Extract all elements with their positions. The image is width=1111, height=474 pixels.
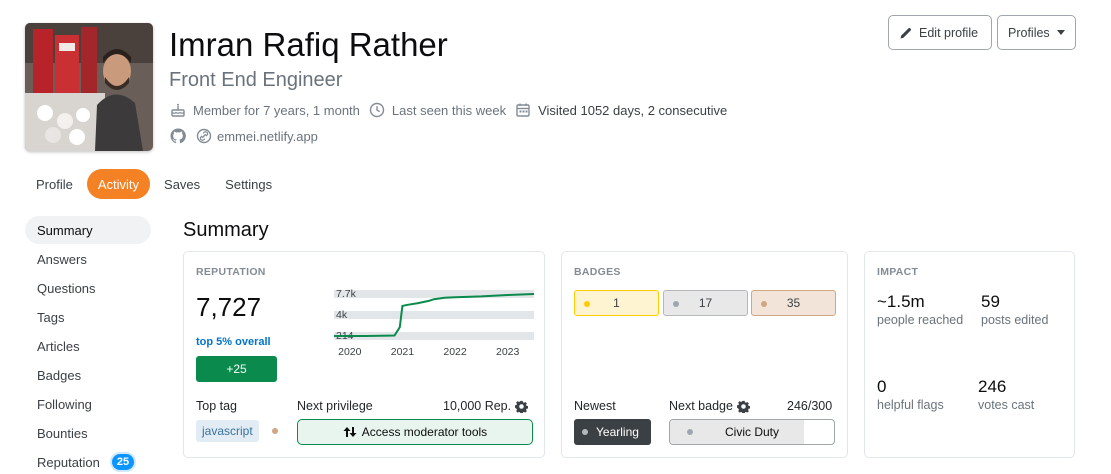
x-tick-label: 2020	[338, 346, 362, 358]
next-privilege-label: Next privilege	[297, 399, 373, 413]
user-links: emmei.netlify.app	[169, 125, 318, 147]
y-tick-label: 4k	[336, 309, 348, 321]
badges-label: BADGES	[574, 266, 621, 278]
tab-activity[interactable]: Activity	[86, 169, 151, 199]
newest-badge-name: Yearling	[596, 425, 639, 439]
gear-icon[interactable]	[736, 400, 750, 414]
x-tick-label: 2022	[443, 346, 467, 358]
sidebar-item-label: Reputation	[37, 454, 100, 470]
profile-tabs: Profile Activity Saves Settings	[25, 169, 286, 199]
profiles-label: Profiles	[1008, 25, 1050, 40]
reputation-card: REPUTATION 7,727 top 5% overall +25 7.7k…	[183, 251, 545, 458]
chart-band-mid	[334, 311, 534, 319]
votes-cast-label: votes cast	[978, 398, 1035, 412]
reputation-value: 7,727	[196, 292, 262, 322]
badges-card: BADGES 1 17 35 Newest Yearling Next badg…	[561, 251, 848, 458]
last-seen-text: Last seen this week	[391, 102, 507, 118]
visited-text: Visited 1052 days, 2 consecutive	[538, 102, 728, 118]
silver-badge-icon	[582, 429, 588, 435]
next-badge-progress-bar[interactable]: Civic Duty	[669, 419, 835, 445]
user-name: Imran Rafiq Rather	[169, 26, 448, 63]
reputation-change[interactable]: +25	[196, 356, 277, 382]
top-tag-chip[interactable]: javascript	[196, 420, 259, 442]
newest-badge[interactable]: Yearling	[574, 419, 651, 445]
clock-icon	[368, 101, 386, 119]
reputation-label: REPUTATION	[196, 266, 266, 278]
sidebar-item-bounties[interactable]: Bounties	[25, 419, 151, 447]
edit-profile-label: Edit profile	[919, 25, 979, 40]
summary-title: Summary	[183, 219, 269, 241]
activity-sidebar: Summary Answers Questions Tags Articles …	[25, 216, 151, 474]
visited: Visited 1052 days, 2 consecutive	[514, 101, 727, 119]
helpful-flags-value: 0	[877, 377, 887, 396]
people-reached-value: ~1.5m	[877, 292, 925, 311]
bronze-badge-icon	[761, 301, 767, 307]
reputation-rank[interactable]: top 5% overall	[196, 336, 271, 348]
helpful-flags-label: helpful flags	[877, 398, 944, 412]
gold-badge-count[interactable]: 1	[574, 290, 659, 316]
reputation-count-badge: 25	[109, 452, 137, 472]
moderator-tools-icon	[343, 426, 357, 438]
sidebar-item-summary[interactable]: Summary	[25, 216, 151, 244]
member-since: Member for 7 years, 1 month	[169, 101, 360, 119]
sidebar-item-tags[interactable]: Tags	[25, 303, 151, 331]
avatar-photo	[25, 23, 153, 151]
user-title: Front End Engineer	[169, 69, 343, 91]
cake-icon	[169, 101, 187, 119]
people-reached-label: people reached	[877, 313, 964, 327]
gear-icon[interactable]	[515, 400, 529, 414]
y-tick-label: 7.7k	[336, 288, 357, 300]
top-tag-label: Top tag	[196, 399, 238, 413]
next-badge-progress: 246/300	[787, 399, 833, 413]
reputation-chart[interactable]: 7.7k4k214 2020 2021 2022 2023	[334, 288, 534, 360]
chart-band-top	[334, 290, 534, 298]
impact-label: IMPACT	[877, 266, 919, 278]
github-icon[interactable]	[169, 127, 187, 145]
tab-saves[interactable]: Saves	[153, 169, 211, 199]
pencil-icon	[899, 26, 913, 40]
link-icon	[195, 127, 213, 145]
next-badge-label: Next badge	[669, 399, 750, 414]
next-privilege-text: Access moderator tools	[361, 425, 488, 439]
bronze-tag-badge-dot	[272, 428, 278, 434]
newest-badge-label: Newest	[574, 399, 616, 413]
tab-settings[interactable]: Settings	[214, 169, 283, 199]
calendar-icon	[514, 101, 532, 119]
next-privilege-rep: 10,000 Rep.	[443, 399, 529, 414]
tab-profile[interactable]: Profile	[25, 169, 84, 199]
silver-badge-count[interactable]: 17	[663, 290, 748, 316]
next-privilege-bar[interactable]: Access moderator tools	[297, 419, 533, 445]
member-since-text: Member for 7 years, 1 month	[193, 102, 360, 118]
x-tick-label: 2021	[391, 346, 415, 358]
posts-edited-label: posts edited	[981, 313, 1049, 327]
next-privilege-rep-text: 10,000 Rep.	[443, 399, 512, 413]
sidebar-item-badges[interactable]: Badges	[25, 361, 151, 389]
edit-profile-button[interactable]: Edit profile	[888, 15, 992, 50]
silver-badge-icon	[673, 301, 679, 307]
sidebar-item-reputation[interactable]: Reputation 25	[25, 448, 151, 474]
avatar	[25, 23, 153, 151]
profiles-dropdown[interactable]: Profiles	[997, 15, 1076, 50]
chevron-down-icon	[1056, 30, 1065, 35]
last-seen: Last seen this week	[368, 101, 506, 119]
impact-card: IMPACT ~1.5m people reached 59 posts edi…	[864, 251, 1075, 458]
x-tick-label: 2023	[496, 346, 520, 358]
sidebar-item-articles[interactable]: Articles	[25, 332, 151, 360]
next-badge-name: Civic Duty	[724, 425, 779, 439]
website-link[interactable]: emmei.netlify.app	[217, 129, 318, 144]
sidebar-item-answers[interactable]: Answers	[25, 245, 151, 273]
sidebar-item-questions[interactable]: Questions	[25, 274, 151, 302]
sidebar-item-following[interactable]: Following	[25, 390, 151, 418]
gold-badge-icon	[584, 301, 590, 307]
next-badge-label-text: Next badge	[669, 399, 733, 413]
bronze-badge-count[interactable]: 35	[751, 290, 836, 316]
user-meta: Member for 7 years, 1 month Last seen th…	[169, 99, 735, 121]
posts-edited-value: 59	[981, 292, 1000, 311]
votes-cast-value: 246	[978, 377, 1007, 396]
